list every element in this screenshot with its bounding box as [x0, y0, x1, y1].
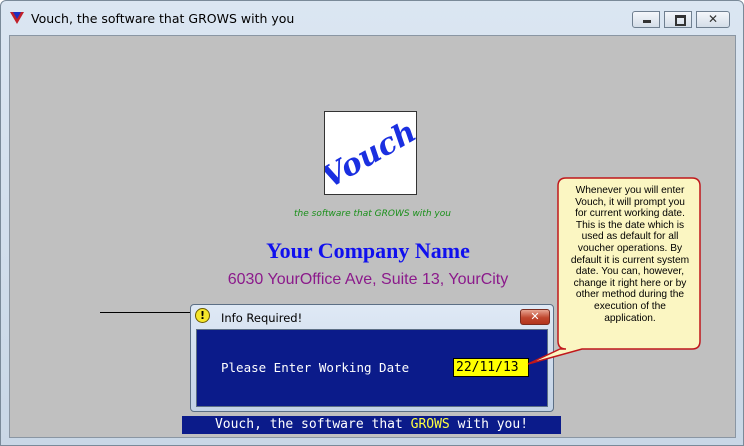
info-required-dialog: ! Info Required! ✕ Please Enter Working … [190, 304, 554, 412]
dialog-title: Info Required! [221, 311, 303, 325]
callout-line: for current working date. [575, 208, 685, 220]
callout-line: voucher operations. By [577, 242, 683, 254]
date-prompt-label: Please Enter Working Date [221, 360, 410, 375]
callout-line: Vouch, it will prompt you [575, 196, 685, 208]
callout-line: default it is current system [570, 254, 690, 266]
close-icon: ✕ [707, 12, 719, 26]
dialog-body: Please Enter Working Date 22/11/13 [196, 329, 548, 407]
warning-icon: ! [195, 308, 210, 323]
close-button[interactable]: ✕ [696, 11, 730, 28]
maximize-icon [675, 15, 686, 26]
callout-line: other method during the [575, 289, 685, 301]
vouch-logo-image: Vouch [316, 114, 422, 196]
callout-text: Whenever you will enter Vouch, it will p… [563, 185, 697, 324]
callout-line: used as default for all [581, 231, 679, 243]
callout-line: execution of the [594, 300, 666, 312]
dialog-close-button[interactable]: ✕ [520, 309, 550, 325]
svg-text:Vouch: Vouch [325, 114, 416, 194]
vouch-logo: Vouch [316, 111, 422, 196]
callout-line: date. You can, however, [575, 266, 685, 278]
close-icon: ✕ [530, 310, 540, 323]
footer-banner: Vouch, the software that GROWS with you! [182, 416, 561, 434]
callout-line: application. [604, 312, 656, 324]
title-bar[interactable]: Vouch, the software that GROWS with you … [1, 1, 743, 35]
footer-highlight: GROWS [410, 417, 450, 432]
working-date-input[interactable]: 22/11/13 [453, 358, 529, 377]
callout-line: change it right here or by [573, 277, 687, 289]
minimize-button[interactable] [632, 11, 660, 28]
vouch-app-icon[interactable] [10, 12, 24, 24]
footer-text-end: with you! [449, 417, 529, 432]
footer-text-start: Vouch, the software that [214, 417, 411, 432]
minimize-icon [643, 20, 651, 23]
divider-line [100, 312, 192, 313]
callout-line: This is the date which is [575, 219, 685, 231]
window-title: Vouch, the software that GROWS with you [31, 11, 295, 26]
callout-line: Whenever you will enter [575, 185, 685, 196]
maximize-button[interactable] [664, 11, 692, 28]
